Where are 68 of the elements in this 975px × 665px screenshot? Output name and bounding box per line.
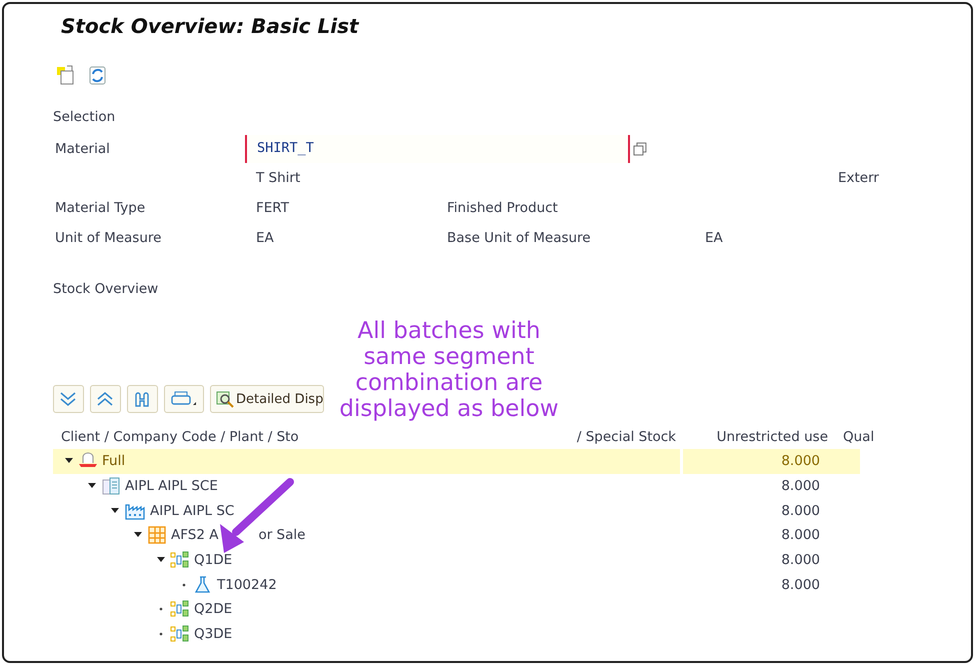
annotation-text: displayed as below: [339, 396, 559, 422]
blocks-icon: [170, 599, 190, 620]
find-button[interactable]: [127, 385, 158, 413]
column-header: Unrestricted use: [716, 429, 828, 445]
tree-node-label: T100242: [217, 576, 277, 593]
expanded-arrow-icon[interactable]: [157, 557, 165, 564]
tree-node-label: Q1DE: [194, 552, 232, 568]
magnifier-icon: [216, 390, 234, 408]
tree-row[interactable]: AFS2 A or Sale 8.000: [53, 523, 971, 548]
tree-row[interactable]: T100242 8.000: [53, 572, 971, 598]
field-value: EA: [705, 230, 724, 246]
field-value: Exterr: [838, 170, 880, 186]
column-header: / Special Stock: [576, 429, 676, 445]
expand-all-button[interactable]: [53, 385, 84, 413]
blocks-icon: [170, 550, 190, 570]
print-button[interactable]: [164, 385, 204, 413]
collapse-all-button[interactable]: [90, 385, 121, 413]
expanded-arrow-icon[interactable]: [134, 532, 142, 538]
tree-row[interactable]: Q1DE 8.000: [53, 548, 971, 572]
tree-node-label: or Sale: [258, 527, 306, 544]
shelf-grid-icon: [147, 525, 167, 546]
expanded-arrow-icon[interactable]: [111, 508, 119, 514]
stock-amount: 8.000: [781, 478, 820, 494]
copy-icon[interactable]: [633, 142, 647, 156]
field-value: EA: [256, 230, 275, 246]
flask-icon: [193, 574, 213, 595]
tree-row[interactable]: AIPL AIPL SCE 8.000: [53, 474, 971, 498]
binoculars-icon: [133, 390, 151, 408]
stock-amount: 8.000: [781, 502, 820, 519]
field-label: Material: [54, 141, 111, 157]
detailed-display-button[interactable]: Detailed Disp: [210, 385, 324, 413]
blocks-icon: [170, 624, 190, 644]
annotation-text: same segment: [364, 344, 534, 370]
field-label: Unit of Measure: [54, 230, 162, 246]
expanded-arrow-icon[interactable]: [88, 483, 96, 490]
stock-amount: 8.000: [781, 527, 820, 544]
annotation-text: combination are: [355, 370, 543, 396]
tree-node-label: Q3DE: [194, 626, 232, 642]
tree-node-label: AFS2 A: [171, 527, 218, 544]
building-icon: [101, 476, 121, 496]
tree-node-label: AIPL AIPL SC: [150, 502, 234, 519]
column-header: Qual: [842, 429, 876, 445]
annotation-text: All batches with: [357, 318, 540, 344]
stock-amount: 8.000: [781, 453, 820, 469]
column-header: Client / Company Code / Plant / Sto: [61, 429, 299, 445]
material-description: T Shirt: [256, 170, 302, 186]
material-input[interactable]: SHIRT_T: [245, 135, 630, 163]
tree-row[interactable]: Q3DE: [53, 622, 971, 646]
field-value: Finished Product: [447, 200, 559, 216]
field-label: Material Type: [54, 200, 146, 216]
refresh-icon[interactable]: [87, 65, 107, 85]
tree-row[interactable]: Q2DE: [53, 597, 971, 622]
printer-icon: [170, 390, 198, 408]
expand-all-icon: [59, 391, 77, 407]
new-document-icon[interactable]: [57, 65, 75, 85]
section-label: Selection: [53, 109, 116, 127]
tree-node-label: Full: [102, 453, 126, 470]
section-label: Stock Overview: [53, 281, 160, 299]
tree-node-label: AIPL AIPL SCE: [125, 478, 218, 494]
tree-node-label: Q2DE: [194, 601, 232, 618]
field-value: Base Unit of Measure: [447, 230, 592, 246]
field-value: FERT: [256, 200, 290, 216]
tree-row[interactable]: AIPL AIPL SC 8.000: [53, 498, 971, 524]
stock-amount: 8.000: [781, 552, 820, 568]
stock-amount: 8.000: [781, 576, 820, 593]
page-title: Stock Overview: Basic List: [61, 14, 360, 40]
expanded-arrow-icon[interactable]: [65, 458, 73, 464]
collapse-all-icon: [96, 391, 114, 407]
